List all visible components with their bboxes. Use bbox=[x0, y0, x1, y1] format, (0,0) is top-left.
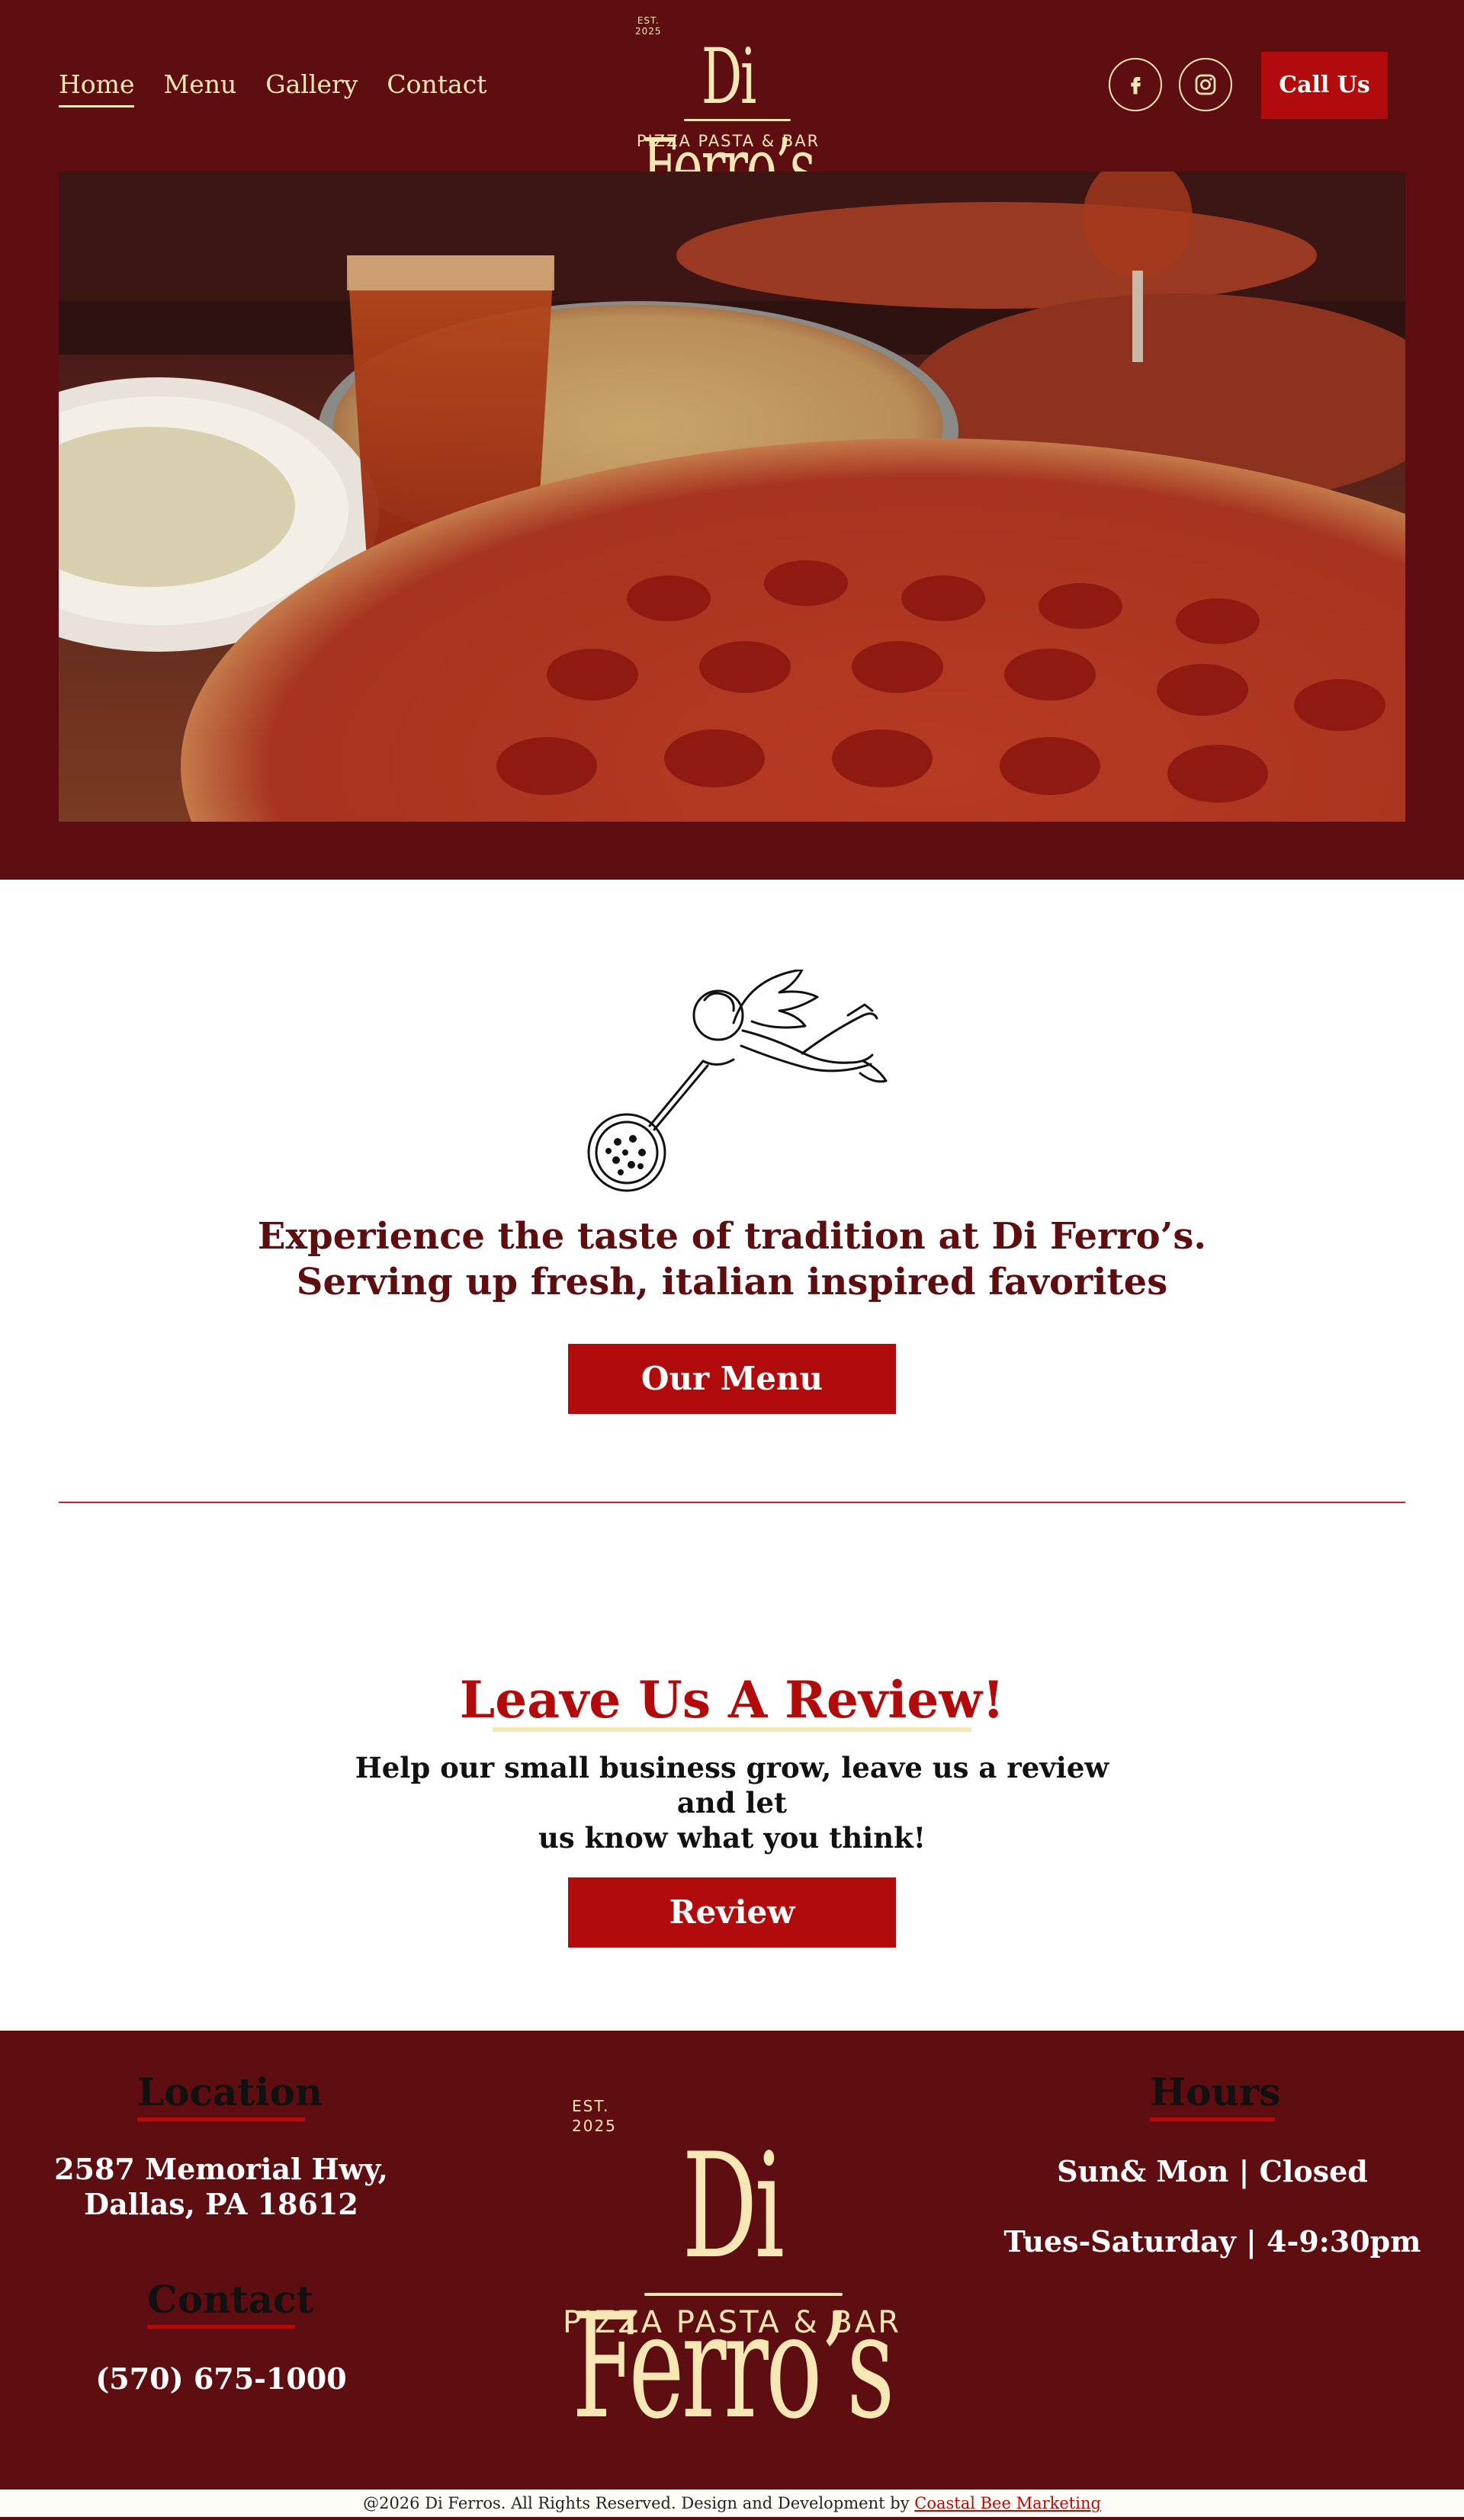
nav-item-gallery[interactable]: Gallery bbox=[265, 67, 358, 107]
instagram-icon bbox=[1195, 74, 1216, 95]
footer-logo-est-label: EST. bbox=[572, 2097, 610, 2115]
footer-address: 2587 Memorial Hwy, Dallas, PA 18612 bbox=[46, 2152, 396, 2222]
footer-contact-heading-text: Contact bbox=[147, 2277, 314, 2322]
footer-location-heading-text: Location bbox=[137, 2070, 323, 2114]
tagline-line-1: Experience the taste of tradition at Di … bbox=[257, 1215, 1207, 1258]
review-description: Help our small business grow, leave us a… bbox=[336, 1750, 1128, 1855]
logo-subtitle: PIZZA PASTA & BAR bbox=[636, 132, 820, 150]
footer-logo-wordmark: Di Ferro’s bbox=[572, 2122, 894, 2451]
logo-est-label: EST. bbox=[637, 15, 660, 26]
footer-phone[interactable]: (570) 675-1000 bbox=[46, 2361, 396, 2397]
review-title: Leave Us A Review! bbox=[459, 1670, 1005, 1730]
tagline: Experience the taste of tradition at Di … bbox=[198, 1214, 1266, 1305]
heading-underline bbox=[147, 2325, 295, 2329]
call-us-button[interactable]: Call Us bbox=[1261, 52, 1388, 119]
header-logo[interactable]: EST. 2025 Di Ferro’s PIZZA PASTA & BAR bbox=[599, 14, 858, 211]
footer-hours-line-1: Sun& Mon | Closed bbox=[1057, 2154, 1368, 2188]
pizza-table-photo bbox=[59, 172, 1405, 822]
section-divider bbox=[59, 1502, 1405, 1503]
heading-underline bbox=[1150, 2118, 1275, 2121]
footer-location-heading: Location bbox=[137, 2068, 323, 2121]
instagram-button[interactable] bbox=[1179, 58, 1232, 111]
nav-item-menu[interactable]: Menu bbox=[163, 67, 236, 107]
review-description-line-1: Help our small business grow, leave us a… bbox=[355, 1751, 1109, 1819]
copyright-bar: @2026 Di Ferros. All Rights Reserved. De… bbox=[0, 2490, 1464, 2520]
footer-logo: EST. 2025 Di Ferro’s PIZZA PASTA & BAR bbox=[488, 2096, 976, 2447]
footer-address-line-1: 2587 Memorial Hwy, bbox=[54, 2152, 388, 2186]
heading-underline bbox=[137, 2118, 305, 2121]
nav-item-contact[interactable]: Contact bbox=[387, 67, 486, 107]
review-button[interactable]: Review bbox=[568, 1877, 896, 1948]
copyright-text: @2026 Di Ferros. All Rights Reserved. De… bbox=[363, 2494, 915, 2512]
footer-logo-subtitle: PIZZA PASTA & BAR bbox=[562, 2305, 902, 2340]
our-menu-button[interactable]: Our Menu bbox=[568, 1344, 896, 1414]
main-nav: Home Menu Gallery Contact bbox=[59, 67, 486, 107]
hero-image bbox=[59, 172, 1405, 822]
facebook-icon bbox=[1131, 77, 1141, 95]
nav-item-home[interactable]: Home bbox=[59, 67, 135, 107]
footer-address-line-2: Dallas, PA 18612 bbox=[84, 2187, 358, 2221]
review-description-line-2: us know what you think! bbox=[538, 1821, 926, 1855]
hero-section: Home Menu Gallery Contact EST. 2025 Di F… bbox=[0, 0, 1464, 880]
angel-pizza-illustration bbox=[573, 968, 894, 1198]
agency-link[interactable]: Coastal Bee Marketing bbox=[914, 2494, 1101, 2512]
footer-contact-heading: Contact bbox=[147, 2275, 314, 2329]
footer-hours-line-2: Tues-Saturday | 4-9:30pm bbox=[1003, 2224, 1421, 2259]
angel-with-pizza-peel-icon bbox=[587, 968, 888, 1192]
facebook-button[interactable] bbox=[1109, 58, 1162, 111]
footer-logo-swoosh bbox=[644, 2293, 843, 2296]
tagline-line-2: Serving up fresh, italian inspired favor… bbox=[296, 1261, 1168, 1303]
logo-swoosh bbox=[684, 119, 791, 121]
footer-hours-heading: Hours bbox=[1150, 2068, 1280, 2121]
footer-hours-heading-text: Hours bbox=[1150, 2070, 1281, 2114]
